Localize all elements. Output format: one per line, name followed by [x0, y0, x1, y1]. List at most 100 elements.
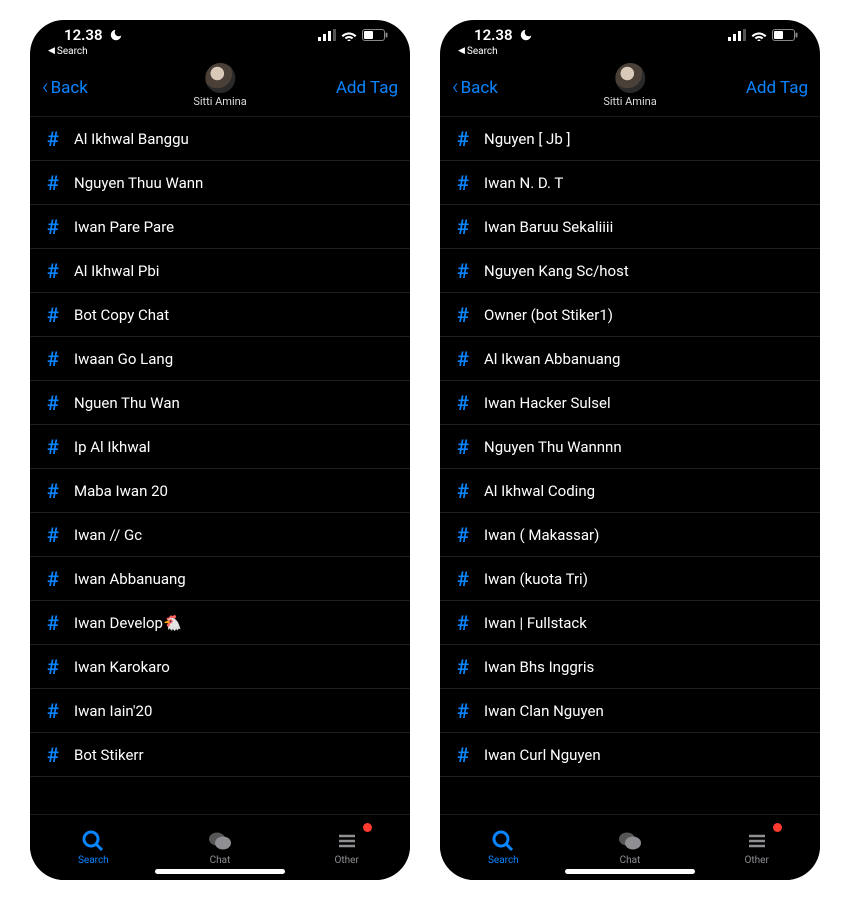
cellular-signal-icon [318, 29, 336, 41]
back-label: Back [51, 78, 88, 98]
list-item-label: Al Ikhwal Banggu [74, 130, 189, 148]
list-item-label: Iwan (kuota Tri) [484, 570, 588, 588]
page-title: Sitti Amina [193, 95, 246, 108]
list-item-label: Iwan // Gc [74, 526, 142, 544]
menu-icon [745, 829, 769, 853]
list-item-label: Maba Iwan 20 [74, 482, 168, 500]
nav-title-group[interactable]: Sitti Amina [193, 63, 246, 108]
list-item[interactable]: #Iwan Abbanuang [30, 557, 410, 601]
breadcrumb-back[interactable]: ◀ Search [30, 46, 410, 59]
list-item[interactable]: #Iwan ( Makassar) [440, 513, 820, 557]
list-item[interactable]: # Nguyen [ Jb ] [440, 117, 820, 161]
list-item-label: Bot Copy Chat [74, 306, 169, 324]
hashtag-icon: # [454, 391, 472, 415]
list-item-label: Iwan Karokaro [74, 658, 170, 676]
list-item[interactable]: #Iwan Hacker Sulsel [440, 381, 820, 425]
home-indicator[interactable] [565, 869, 695, 874]
list-item-label: Nguen Thu Wan [74, 394, 180, 412]
list-item-label: Iwaan Go Lang [74, 350, 173, 368]
list-item[interactable]: # Bot Copy Chat [30, 293, 410, 337]
chat-icon [208, 829, 232, 853]
hashtag-icon: # [44, 303, 62, 327]
hashtag-icon: # [454, 699, 472, 723]
avatar [205, 63, 235, 93]
list-item[interactable]: #Ip Al Ikhwal [30, 425, 410, 469]
caret-left-icon: ◀ [458, 47, 465, 56]
list-item-label: Owner (bot Stiker1) [484, 306, 613, 324]
dnd-moon-icon [109, 28, 123, 42]
list-item[interactable]: #Al Ikwan Abbanuang [440, 337, 820, 381]
phone-left: 12.38 ◀ Search ‹ Back Sitti Amina [30, 20, 410, 880]
hashtag-icon: # [44, 743, 62, 767]
list-item[interactable]: #Nguyen Kang Sc/host [440, 249, 820, 293]
breadcrumb-back[interactable]: ◀ Search [440, 46, 820, 59]
hashtag-icon: # [454, 611, 472, 635]
hashtag-icon: # [44, 391, 62, 415]
hashtag-icon: # [44, 523, 62, 547]
chat-icon [618, 829, 642, 853]
status-time: 12.38 [474, 26, 513, 44]
search-icon [491, 829, 515, 853]
breadcrumb-label: Search [57, 46, 88, 57]
hashtag-icon: # [454, 127, 472, 151]
battery-icon [362, 29, 388, 41]
list-item[interactable]: #Al Ikhwal Pbi [30, 249, 410, 293]
list-item[interactable]: # Al Ikhwal Coding [440, 469, 820, 513]
caret-left-icon: ◀ [48, 47, 55, 56]
list-item[interactable]: #Iwan Clan Nguyen [440, 689, 820, 733]
list-item[interactable]: # Nguen Thu Wan [30, 381, 410, 425]
tab-search[interactable]: Search [30, 815, 157, 880]
hashtag-icon: # [454, 479, 472, 503]
list-item[interactable]: #Iwan (kuota Tri) [440, 557, 820, 601]
list-item-label: Ip Al Ikhwal [74, 438, 150, 456]
home-indicator[interactable] [155, 869, 285, 874]
list-item[interactable]: # Owner (bot Stiker1) [440, 293, 820, 337]
list-item-label: Al Ikhwal Coding [484, 482, 595, 500]
hashtag-icon: # [44, 479, 62, 503]
list-item[interactable]: # Iwan Karokaro [30, 645, 410, 689]
list-item[interactable]: #Iwan Baruu Sekaliiii [440, 205, 820, 249]
back-button[interactable]: ‹ Back [452, 77, 498, 99]
list-item[interactable]: #Iwan Iain'20 [30, 689, 410, 733]
hashtag-icon: # [454, 303, 472, 327]
list-item-label: Nguyen [ Jb ] [484, 130, 570, 148]
list-item-label: Iwan Develop🐔 [74, 614, 182, 632]
list-item[interactable]: # Iwan Pare Pare [30, 205, 410, 249]
tab-other[interactable]: Other [693, 815, 820, 880]
hashtag-icon: # [454, 655, 472, 679]
list-item[interactable]: #Iwaan Go Lang [30, 337, 410, 381]
list-item[interactable]: #Nguyen Thuu Wann [30, 161, 410, 205]
cellular-signal-icon [728, 29, 746, 41]
hashtag-icon: # [44, 567, 62, 591]
hashtag-icon: # [454, 435, 472, 459]
list-item-label: Iwan Pare Pare [74, 218, 174, 236]
list-item[interactable]: #Iwan | Fullstack [440, 601, 820, 645]
wifi-icon [341, 29, 357, 41]
list-item[interactable]: #Bot Stikerr [30, 733, 410, 777]
dnd-moon-icon [519, 28, 533, 42]
tag-list[interactable]: #Al Ikhwal Banggu#Nguyen Thuu Wann#Iwan … [30, 117, 410, 814]
list-item[interactable]: # Nguyen Thu Wannnn [440, 425, 820, 469]
list-item[interactable]: #Al Ikhwal Banggu [30, 117, 410, 161]
hashtag-icon: # [44, 215, 62, 239]
list-item-label: Al Ikwan Abbanuang [484, 350, 620, 368]
tab-label: Other [335, 855, 359, 866]
list-item[interactable]: #Iwan Develop🐔 [30, 601, 410, 645]
nav-title-group[interactable]: Sitti Amina [603, 63, 656, 108]
tag-list[interactable]: # Nguyen [ Jb ] #Iwan N. D. T#Iwan Baruu S… [440, 117, 820, 814]
back-button[interactable]: ‹ Back [42, 77, 88, 99]
list-item[interactable]: #Iwan Curl Nguyen [440, 733, 820, 777]
list-item[interactable]: # Maba Iwan 20 [30, 469, 410, 513]
tab-label: Search [78, 855, 109, 866]
hashtag-icon: # [44, 655, 62, 679]
tab-other[interactable]: Other [283, 815, 410, 880]
list-item-label: Iwan Bhs Inggris [484, 658, 594, 676]
list-item[interactable]: # Iwan // Gc [30, 513, 410, 557]
list-item[interactable]: #Iwan N. D. T [440, 161, 820, 205]
status-bar: 12.38 [30, 20, 410, 46]
list-item-label: Nguyen Thu Wannnn [484, 438, 622, 456]
list-item[interactable]: # Iwan Bhs Inggris [440, 645, 820, 689]
tab-search[interactable]: Search [440, 815, 567, 880]
add-tag-button[interactable]: Add Tag [336, 78, 398, 98]
add-tag-button[interactable]: Add Tag [746, 78, 808, 98]
